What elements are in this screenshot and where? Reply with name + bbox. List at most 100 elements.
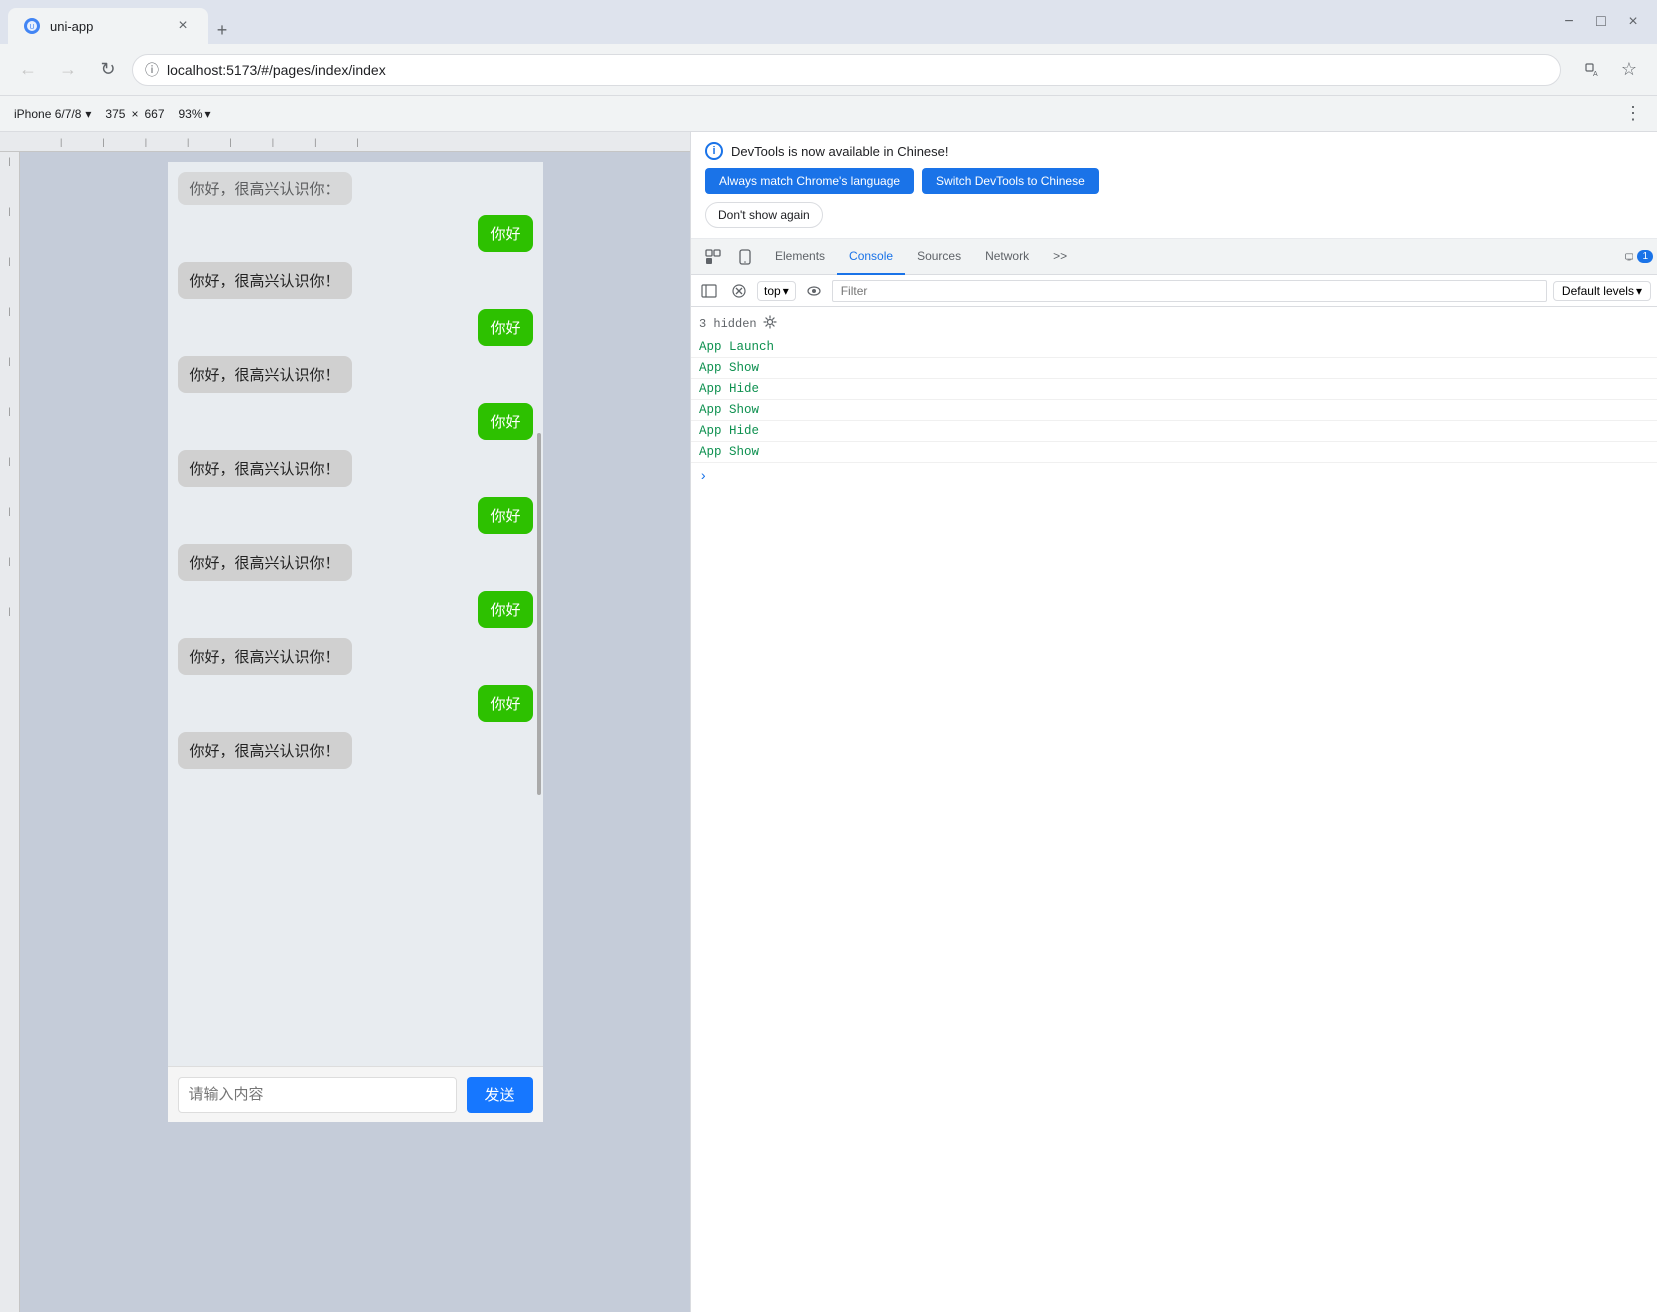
list-item: 你好，很高兴认识你！ <box>178 262 533 299</box>
address-text: localhost:5173/#/pages/index/index <box>167 62 386 78</box>
chat-container[interactable]: 你好，很高兴认识你： 你好 你好，很高兴认识你！ 你好 <box>168 162 543 1066</box>
hidden-count: 3 hidden <box>699 317 757 331</box>
console-entry-text: App Hide <box>699 424 759 438</box>
message-bubble-left: 你好，很高兴认识你！ <box>178 262 352 299</box>
tab-title: uni-app <box>50 19 164 34</box>
message-bubble-right: 你好 <box>478 215 532 252</box>
dimension-x: × <box>131 107 138 121</box>
info-icon: i <box>705 142 723 160</box>
devtools-tabs: Elements Console Sources Network >> 1 <box>691 239 1657 275</box>
context-arrow-icon: ▾ <box>783 284 789 298</box>
context-selector[interactable]: top ▾ <box>757 281 796 301</box>
switch-chinese-button[interactable]: Switch DevTools to Chinese <box>922 168 1099 194</box>
settings-icon[interactable] <box>763 315 777 333</box>
console-entry-text: App Show <box>699 403 759 417</box>
device-arrow-icon: ▾ <box>85 107 91 121</box>
list-item: 你好，很高兴认识你！ <box>178 544 533 581</box>
tab-badge: 1 <box>1637 250 1653 263</box>
reload-button[interactable]: ↻ <box>92 54 124 86</box>
message-bubble-left: 你好，很高兴认识你！ <box>178 732 352 769</box>
tab-network[interactable]: Network <box>973 239 1041 275</box>
horizontal-ruler: | | | | | | | | <box>0 132 690 152</box>
vertical-ruler: | | | | | | | | | | <box>0 152 20 1312</box>
tab-more[interactable]: >> <box>1041 239 1079 275</box>
translate-button[interactable]: A <box>1577 54 1609 86</box>
tab-sources[interactable]: Sources <box>905 239 973 275</box>
message-bubble-left: 你好，很高兴认识你！ <box>178 356 352 393</box>
phone-frame: 你好，很高兴认识你： 你好 你好，很高兴认识你！ 你好 <box>168 162 543 1122</box>
bookmark-button[interactable]: ☆ <box>1613 54 1645 86</box>
console-content: 3 hidden App Launch App Show App Hide <box>691 307 1657 1312</box>
device-selector[interactable]: iPhone 6/7/8 ▾ <box>8 105 97 123</box>
context-label: top <box>764 284 781 298</box>
message-bubble-left: 你好，很高兴认识你！ <box>178 638 352 675</box>
width-value: 375 <box>105 107 125 121</box>
message-bubble-right: 你好 <box>478 591 532 628</box>
tab-favicon: U <box>24 18 40 34</box>
match-language-button[interactable]: Always match Chrome's language <box>705 168 914 194</box>
dont-show-button[interactable]: Don't show again <box>705 202 823 228</box>
dimension-display: 375 × 667 <box>105 107 164 121</box>
tab-console[interactable]: Console <box>837 239 905 275</box>
list-item: 你好，很高兴认识你！ <box>178 732 533 769</box>
console-entry: App Show <box>691 442 1657 463</box>
console-entry: App Launch <box>691 337 1657 358</box>
device-icon-button[interactable] <box>731 243 759 271</box>
height-value: 667 <box>144 107 164 121</box>
message-bubble-right: 你好 <box>478 497 532 534</box>
filter-input[interactable] <box>832 280 1547 302</box>
send-button[interactable]: 发送 <box>467 1077 533 1113</box>
console-entry-text: App Hide <box>699 382 759 396</box>
sidebar-toggle-button[interactable] <box>697 279 721 303</box>
list-item: 你好，很高兴认识你！ <box>178 356 533 393</box>
list-item: 你好，很高兴认识你！ <box>178 638 533 675</box>
forward-button[interactable]: → <box>52 54 84 86</box>
levels-arrow-icon: ▾ <box>1636 284 1642 298</box>
console-entry: App Hide <box>691 379 1657 400</box>
message-bubble-left: 你好，很高兴认识你！ <box>178 450 352 487</box>
input-area: 发送 <box>168 1066 543 1122</box>
message-icon-button[interactable]: 1 <box>1625 243 1653 271</box>
info-icon: ⓘ <box>145 60 159 80</box>
console-entry-text: App Launch <box>699 340 774 354</box>
close-button[interactable]: × <box>1621 10 1645 34</box>
minimize-button[interactable]: − <box>1557 10 1581 34</box>
browser-tab[interactable]: U uni-app × <box>8 8 208 44</box>
chat-input[interactable] <box>178 1077 457 1113</box>
zoom-selector[interactable]: 93% ▾ <box>173 105 217 123</box>
list-item: 你好 <box>178 309 533 346</box>
list-item: 你好，很高兴认识你！ <box>178 450 533 487</box>
message-bubble-left: 你好，很高兴认识你！ <box>178 544 352 581</box>
inspect-icon-button[interactable] <box>699 243 727 271</box>
console-prompt[interactable]: › <box>691 463 1657 491</box>
list-item: 你好，很高兴认识你： <box>178 172 533 205</box>
message-bubble-right: 你好 <box>478 685 532 722</box>
zoom-arrow-icon: ▾ <box>205 107 211 121</box>
tab-elements[interactable]: Elements <box>763 239 837 275</box>
tab-close-button[interactable]: × <box>174 17 192 35</box>
message-bubble-left: 你好，很高兴认识你： <box>178 172 352 205</box>
log-levels-selector[interactable]: Default levels ▾ <box>1553 281 1651 301</box>
console-entry: App Show <box>691 358 1657 379</box>
eye-button[interactable] <box>802 279 826 303</box>
back-button[interactable]: ← <box>12 54 44 86</box>
toolbar-more-button[interactable]: ⋮ <box>1617 98 1649 130</box>
clear-console-button[interactable] <box>727 279 751 303</box>
scrollbar[interactable] <box>537 433 541 795</box>
console-entry-text: App Show <box>699 361 759 375</box>
svg-text:A: A <box>1593 71 1598 78</box>
zoom-value: 93% <box>179 107 203 121</box>
message-bubble-right: 你好 <box>478 403 532 440</box>
list-item: 你好 <box>178 591 533 628</box>
list-item: 你好 <box>178 215 533 252</box>
hidden-count-row: 3 hidden <box>691 311 1657 337</box>
prompt-arrow-icon: › <box>699 469 707 485</box>
maximize-button[interactable]: □ <box>1589 10 1613 34</box>
console-entry-text: App Show <box>699 445 759 459</box>
address-bar[interactable]: ⓘ localhost:5173/#/pages/index/index <box>132 54 1561 86</box>
devtools-banner: i DevTools is now available in Chinese! … <box>691 132 1657 239</box>
list-item: 你好 <box>178 403 533 440</box>
devtools-panel: i DevTools is now available in Chinese! … <box>690 132 1657 1312</box>
list-item: 你好 <box>178 497 533 534</box>
new-tab-button[interactable]: + <box>208 16 236 44</box>
